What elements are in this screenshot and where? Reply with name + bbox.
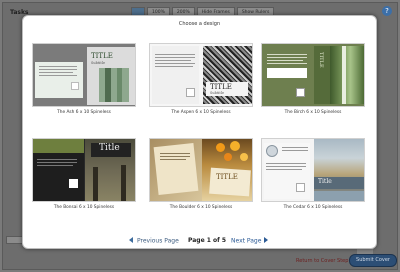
- return-to-cover-link[interactable]: Return to Cover Step: [296, 258, 348, 264]
- design-thumbnail-ash[interactable]: TITLE Subtitle: [32, 43, 136, 107]
- design-card-ash[interactable]: TITLE Subtitle The Ash 6 x 10 Spineless: [32, 43, 136, 115]
- modal-title: Choose a design: [178, 21, 221, 27]
- thumb-title-bonsai: Title: [99, 143, 120, 153]
- next-page-link[interactable]: Next Page: [231, 237, 269, 245]
- design-label-bonsai[interactable]: The Bonsai 6 x 10 Spineless: [32, 205, 136, 210]
- submit-cover-button[interactable]: Submit Cover: [349, 254, 397, 267]
- thumb-title-ash: TITLE: [91, 52, 113, 60]
- previous-page-label: Previous Page: [137, 237, 179, 245]
- page-indicator: Page 1 of 5: [188, 237, 226, 244]
- next-page-label: Next Page: [231, 237, 262, 245]
- help-icon[interactable]: ?: [382, 6, 392, 16]
- design-thumbnail-cedar[interactable]: Title: [261, 138, 365, 202]
- thumb-subtitle-ash: Subtitle: [91, 61, 106, 65]
- thumb-title-aspen: TITLE: [210, 83, 232, 91]
- thumb-title-birch: TITLE: [318, 52, 324, 68]
- design-label-cedar[interactable]: The Cedar 6 x 10 Spineless: [261, 205, 365, 210]
- design-card-boulder[interactable]: TITLE The Boulder 6 x 10 Spineless: [149, 138, 253, 210]
- arrow-left-icon: [129, 237, 133, 243]
- thumb-title-boulder: TITLE: [216, 173, 238, 181]
- design-thumbnail-aspen[interactable]: TITLE Subtitle: [149, 43, 253, 107]
- design-label-birch[interactable]: The Birch 6 x 10 Spineless: [261, 110, 365, 115]
- design-card-aspen[interactable]: TITLE Subtitle The Aspen 6 x 10 Spineles…: [149, 43, 253, 115]
- pagination: Previous Page Page 1 of 5 Next Page: [23, 237, 378, 247]
- design-label-ash[interactable]: The Ash 6 x 10 Spineless: [32, 110, 136, 115]
- design-thumbnail-birch[interactable]: TITLE: [261, 43, 365, 107]
- design-label-boulder[interactable]: The Boulder 6 x 10 Spineless: [149, 205, 253, 210]
- choose-design-modal: Choose a design TITLE Subtitle The Ash 6…: [22, 15, 377, 249]
- arrow-right-icon: [264, 237, 269, 243]
- design-card-cedar[interactable]: Title The Cedar 6 x 10 Spineless: [261, 138, 365, 210]
- design-thumbnail-bonsai[interactable]: Title: [32, 138, 136, 202]
- thumb-subtitle-aspen: Subtitle: [210, 91, 225, 95]
- design-card-bonsai[interactable]: Title The Bonsai 6 x 10 Spineless: [32, 138, 136, 210]
- previous-page-link[interactable]: Previous Page: [129, 237, 179, 245]
- design-label-aspen[interactable]: The Aspen 6 x 10 Spineless: [149, 110, 253, 115]
- thumb-title-cedar: Title: [318, 178, 332, 185]
- design-thumbnail-boulder[interactable]: TITLE: [149, 138, 253, 202]
- design-card-birch[interactable]: TITLE The Birch 6 x 10 Spineless: [261, 43, 365, 115]
